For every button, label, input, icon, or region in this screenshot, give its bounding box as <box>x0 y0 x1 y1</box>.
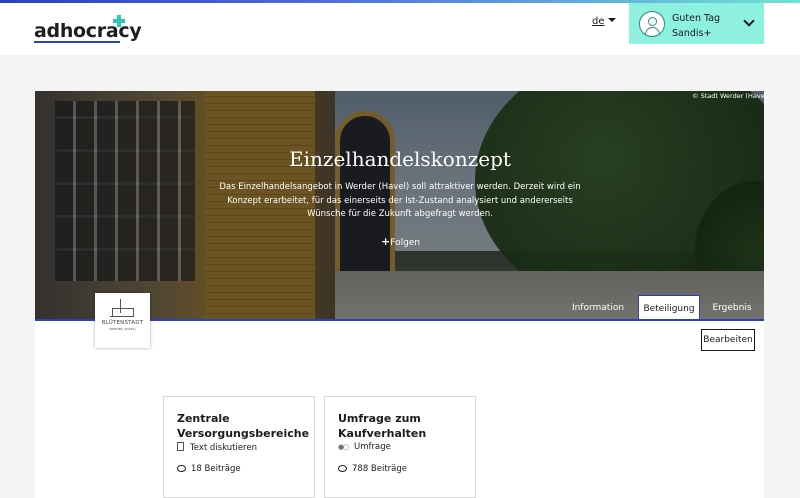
user-name: Sandis+ <box>672 28 712 39</box>
image-credit: © Stadt Werder (Havel) <box>692 92 770 100</box>
project-title: Einzelhandelskonzept <box>289 147 511 171</box>
module-type: Text diskutieren <box>177 442 257 453</box>
avatar <box>639 11 665 37</box>
tab-information[interactable]: Information <box>566 295 630 321</box>
module-count-label: 788 Beiträge <box>352 464 408 474</box>
module-type: ●○ Umfrage <box>338 442 391 452</box>
comment-icon <box>177 465 186 472</box>
language-selector[interactable]: de <box>592 16 616 27</box>
module-type-label: Text diskutieren <box>190 443 257 453</box>
module-count: 18 Beiträge <box>177 464 241 474</box>
adhocracy-logo[interactable]: adhocracy <box>34 20 142 42</box>
organisation-logo-sub: WERDER (HAVEL) <box>109 327 136 331</box>
module-card[interactable]: Umfrage zum Kaufverhalten ●○ Umfrage 788 … <box>324 396 476 498</box>
logo-plus-icon <box>113 15 125 27</box>
project-description: Das Einzelhandelsangebot in Werder (Have… <box>219 182 581 219</box>
module-card[interactable]: Zentrale Versorgungsbereiche Text diskut… <box>163 396 315 498</box>
document-icon <box>177 442 184 451</box>
follow-label: Folgen <box>390 238 421 248</box>
caret-down-icon <box>607 18 616 22</box>
tab-ergebnis[interactable]: Ergebnis <box>704 295 760 321</box>
language-code: de <box>592 16 605 27</box>
module-title[interactable]: Umfrage zum Kaufverhalten <box>338 411 468 441</box>
follow-button[interactable]: +Folgen <box>381 235 420 248</box>
logo-underline <box>34 41 120 43</box>
module-title[interactable]: Zentrale Versorgungsbereiche <box>177 411 309 441</box>
tab-beteiligung[interactable]: Beteiligung <box>638 295 700 321</box>
chevron-down-icon <box>743 15 755 27</box>
module-count: 788 Beiträge <box>338 464 407 474</box>
edit-button[interactable]: Bearbeiten <box>701 329 755 351</box>
user-greeting: Guten Tag <box>672 13 721 24</box>
user-menu[interactable]: Guten Tag Sandis+ <box>629 3 764 44</box>
church-icon <box>110 299 134 317</box>
module-count-label: 18 Beiträge <box>191 464 241 474</box>
module-type-label: Umfrage <box>354 442 391 452</box>
user-greeting-block: Guten Tag Sandis+ <box>672 11 720 41</box>
poll-icon: ●○ <box>338 443 349 451</box>
plus-icon: + <box>381 235 391 248</box>
organisation-logo: BLÜTENSTADT WERDER (HAVEL) <box>95 293 150 348</box>
organisation-logo-name: BLÜTENSTADT <box>101 320 144 326</box>
comment-icon <box>338 465 347 472</box>
